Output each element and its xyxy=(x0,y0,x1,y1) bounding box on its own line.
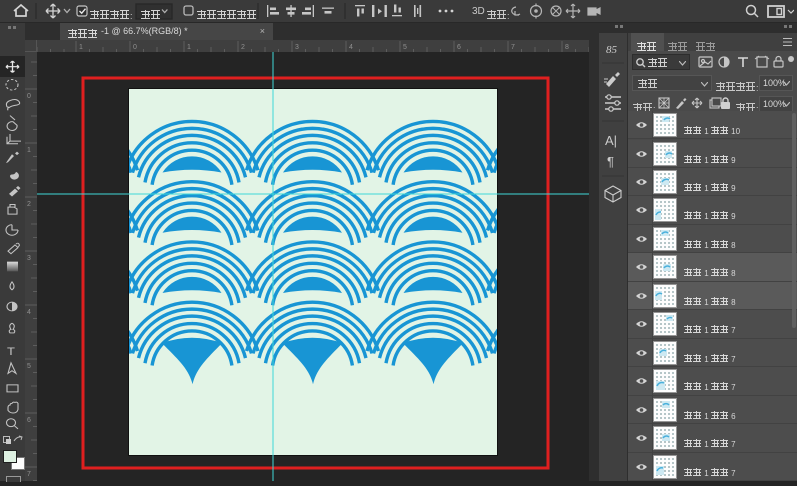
svg-text:85: 85 xyxy=(606,44,618,56)
svg-text:3: 3 xyxy=(295,44,299,51)
svg-text:1: 1 xyxy=(187,44,191,51)
svg-text:2: 2 xyxy=(27,201,31,208)
svg-text:6: 6 xyxy=(457,44,461,51)
svg-text:1: 1 xyxy=(27,147,31,154)
svg-text:1: 1 xyxy=(79,44,83,51)
svg-text:¶: ¶ xyxy=(607,154,614,169)
svg-text:7: 7 xyxy=(511,44,515,51)
svg-text:0: 0 xyxy=(27,93,31,100)
svg-text:0: 0 xyxy=(133,44,137,51)
svg-text:6: 6 xyxy=(27,417,31,424)
svg-text:T: T xyxy=(7,345,15,358)
svg-text:5: 5 xyxy=(27,363,31,370)
svg-text:8: 8 xyxy=(565,44,569,51)
svg-text:7: 7 xyxy=(27,471,31,478)
svg-text:A|: A| xyxy=(605,133,617,148)
svg-text:4: 4 xyxy=(27,309,31,316)
svg-text:5: 5 xyxy=(403,44,407,51)
svg-text:3: 3 xyxy=(27,255,31,262)
svg-text:4: 4 xyxy=(349,44,353,51)
svg-text:2: 2 xyxy=(241,44,245,51)
